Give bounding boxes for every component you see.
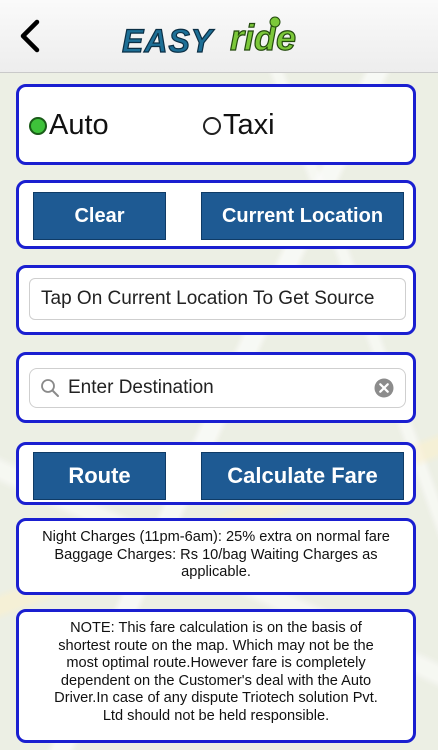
calculate-fare-button[interactable]: Calculate Fare [201,452,404,500]
charges-line-2: Baggage Charges: Rs 10/bag Waiting Charg… [54,546,378,563]
source-field[interactable]: Tap On Current Location To Get Source [29,278,406,320]
logo-text-easy: EASY [122,23,215,59]
search-icon [41,379,59,397]
logo-text-ride: ride [230,17,296,58]
current-location-button-label: Current Location [221,204,384,227]
current-location-button[interactable]: Current Location [201,192,404,240]
charges-info-panel: Night Charges (11pm-6am): 25% extra on n… [16,518,416,595]
destination-placeholder: Enter Destination [68,377,214,398]
calculate-fare-button-label: Calculate Fare [227,463,378,488]
radio-taxi-label: Taxi [223,109,275,141]
radio-unselected-icon [203,116,221,135]
vehicle-type-panel: Auto Taxi [16,84,416,165]
back-button[interactable] [14,16,44,56]
destination-search-field[interactable]: Enter Destination [29,368,406,408]
app-logo: EASY ride [118,12,328,62]
route-button-label: Route [68,463,131,488]
radio-auto[interactable]: Auto [29,109,109,142]
radio-auto-label: Auto [49,109,109,141]
note-line-1: NOTE: This fare calculation is on the ba… [70,620,362,636]
location-actions-panel: Clear Current Location [16,180,416,249]
charges-line-3: applicable. [181,564,251,580]
route-actions-panel: Route Calculate Fare [16,442,416,505]
charges-line-1: Night Charges (11pm-6am): 25% extra on n… [42,529,390,545]
radio-taxi[interactable]: Taxi [203,109,275,142]
note-line-6: Ltd should not be held responsible. [102,707,330,724]
route-button[interactable]: Route [33,452,166,500]
clear-icon[interactable] [374,378,394,398]
chevron-left-icon [20,19,40,53]
destination-panel: Enter Destination [16,352,416,423]
disclaimer-note-panel: NOTE: This fare calculation is on the ba… [16,609,416,743]
source-field-text: Tap On Current Location To Get Source [41,288,375,309]
clear-button[interactable]: Clear [33,192,166,240]
note-line-3: most optimal route.However fare is compl… [66,655,366,671]
clear-button-label: Clear [74,204,125,227]
radio-selected-icon [29,116,47,135]
app-header: EASY ride [0,0,438,73]
note-line-2: shortest route on the map. Which may not… [58,637,374,654]
logo-dot-icon [269,16,281,28]
note-line-5: Driver.In case of any dispute Triotech s… [54,690,378,706]
source-panel: Tap On Current Location To Get Source [16,265,416,335]
note-line-4: dependent on the Customer's deal with th… [60,672,372,689]
